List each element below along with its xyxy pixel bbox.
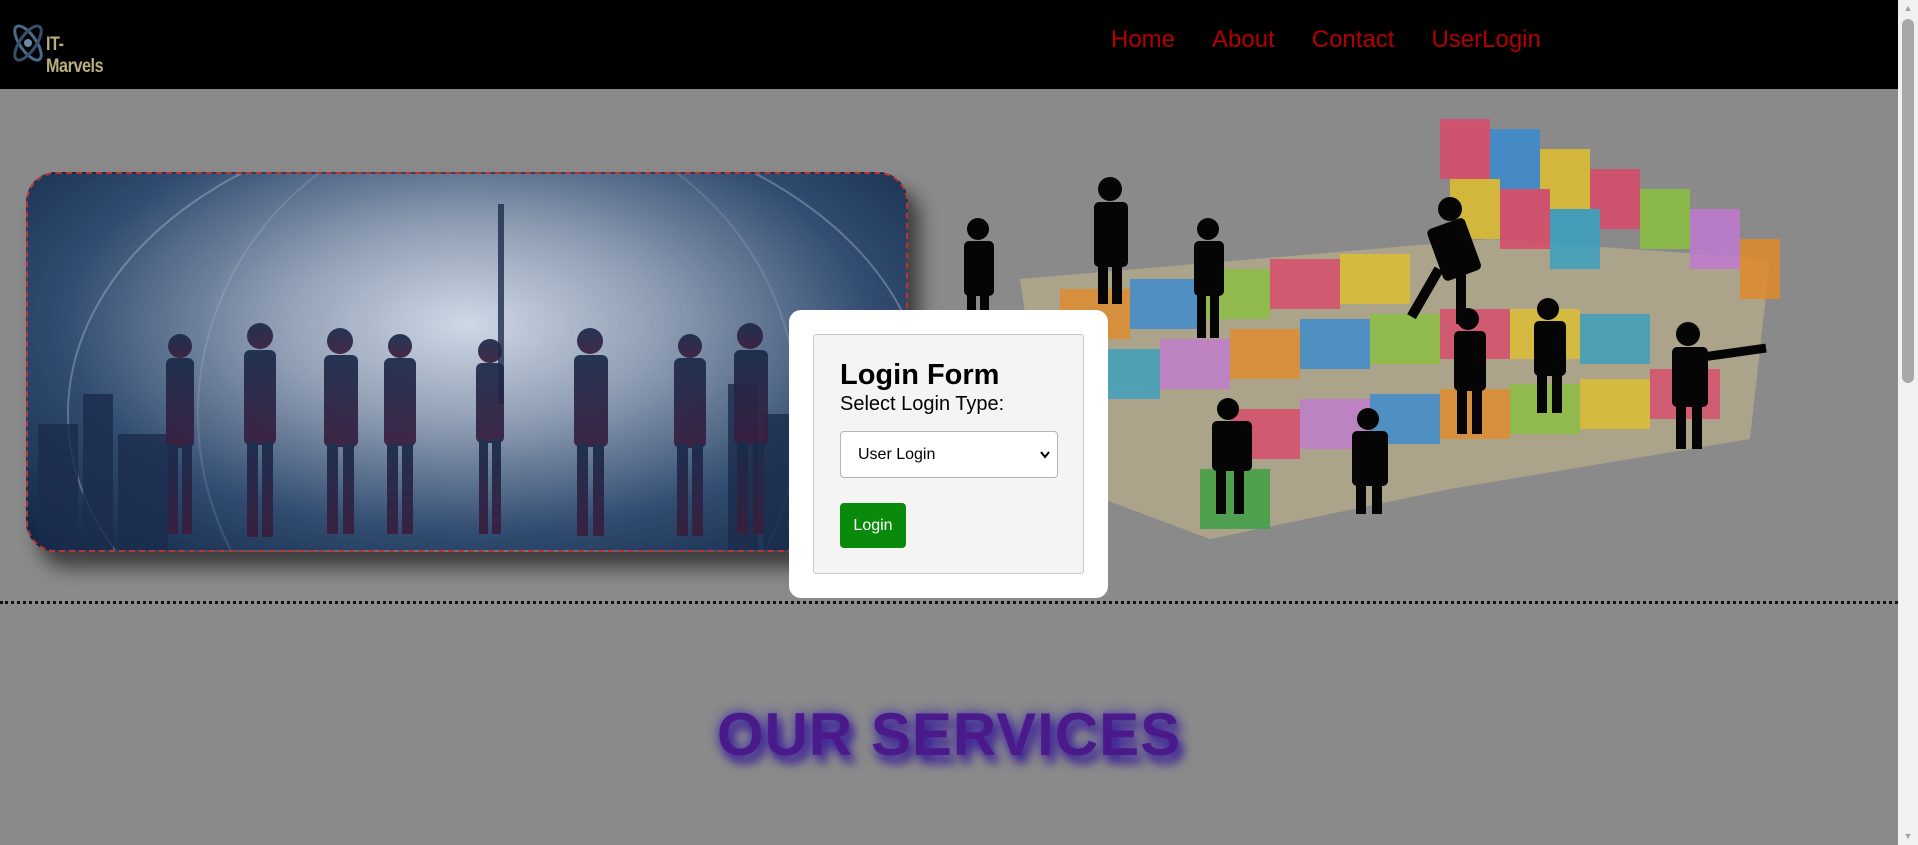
scroll-down-arrow-icon[interactable]: ▼ [1898, 828, 1918, 845]
chevron-down-icon [1039, 432, 1051, 495]
logo-text: IT-Marvels [46, 34, 104, 77]
nav-link-userlogin[interactable]: UserLogin [1431, 26, 1540, 54]
scroll-up-arrow-icon[interactable]: ▲ [1898, 0, 1918, 17]
nav-link-about[interactable]: About [1212, 26, 1275, 54]
services-heading: OUR SERVICES [716, 701, 1182, 768]
section-divider [0, 601, 1898, 604]
nav-link-home[interactable]: Home [1111, 26, 1175, 54]
login-form-title: Login Form [840, 359, 1000, 391]
scrollbar-thumb[interactable] [1902, 19, 1914, 383]
login-type-select[interactable]: User Login [840, 431, 1058, 478]
page-scrollbar[interactable]: ▲ ▼ [1898, 0, 1918, 845]
login-card: Login Form Select Login Type: User Login… [789, 310, 1108, 598]
login-type-label: Select Login Type: [840, 393, 1005, 415]
navbar: IT-Marvels Home About Contact UserLogin [0, 0, 1898, 89]
site-logo[interactable]: IT-Marvels [6, 10, 116, 77]
login-button[interactable]: Login [840, 503, 906, 548]
hero-business-globe-image [26, 172, 908, 552]
business-people-silhouettes [38, 174, 906, 550]
nav-menu: Home About Contact UserLogin [1111, 26, 1578, 54]
login-type-selected-value: User Login [858, 446, 936, 463]
login-form: Login Form Select Login Type: User Login… [813, 334, 1084, 574]
nav-link-contact[interactable]: Contact [1312, 26, 1395, 54]
